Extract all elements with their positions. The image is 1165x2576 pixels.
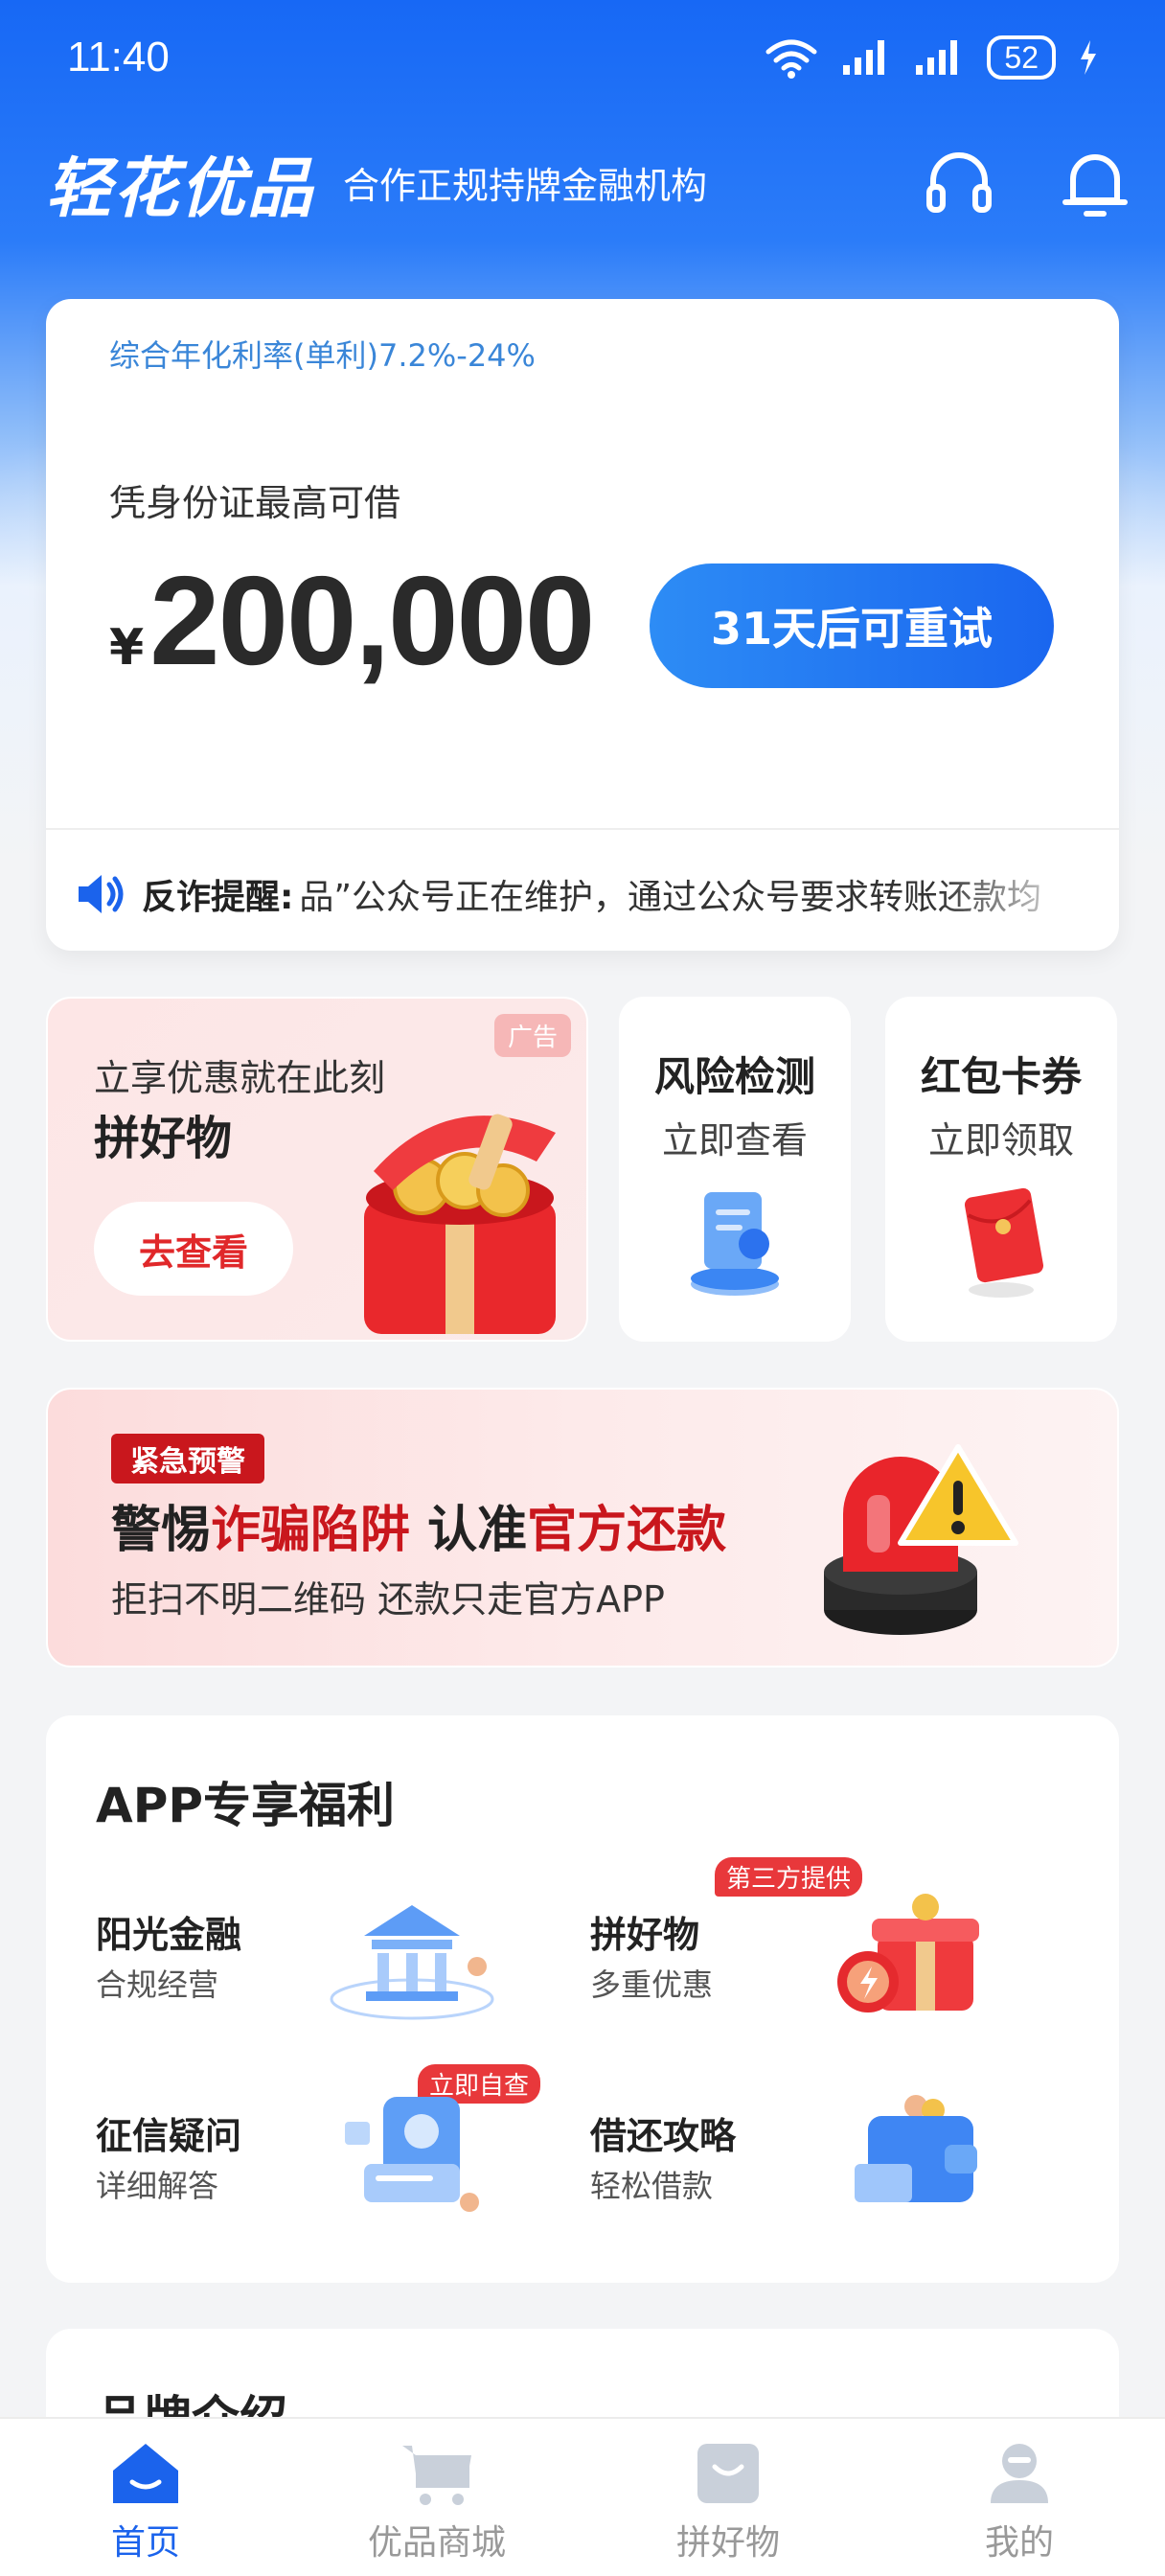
signal-icon-2 <box>916 40 958 75</box>
benefit-credit-questions[interactable]: 征信疑问 详细解答 立即自查 <box>96 2064 546 2231</box>
bell-icon[interactable] <box>1062 147 1129 218</box>
retry-button[interactable]: 31天后可重试 <box>650 564 1054 688</box>
home-icon <box>113 2444 178 2503</box>
notice-text: 品”公众号正在维护，通过公众号要求转账还款均 <box>299 878 1042 917</box>
ad-title: 拼好物 <box>94 1112 233 1165</box>
brand-tagline: 合作正规持牌金融机构 <box>343 164 708 207</box>
benefit-borrowing-guide[interactable]: 借还攻略 轻松借款 <box>590 2087 1040 2231</box>
alarm-siren-icon <box>824 1444 1018 1635</box>
credit-report-icon <box>345 2097 479 2212</box>
coupon-title: 红包卡券 <box>920 1053 1082 1100</box>
urgent-tag: 紧急预警 <box>111 1434 264 1484</box>
gift-alarm-icon <box>837 1894 979 2012</box>
cart-icon <box>402 2446 471 2505</box>
status-icons: 52 <box>765 35 1098 80</box>
warning-subtitle: 拒扫不明二维码 还款只走官方APP <box>111 1578 665 1621</box>
risk-check-card[interactable]: 风险检测 立即查看 <box>619 997 851 1342</box>
divider <box>46 828 1119 830</box>
status-bar: 11:40 52 <box>0 0 1165 115</box>
benefits-title: APP专享福利 <box>96 1778 395 1833</box>
warning-title: 警惕诈骗陷阱 认准官方还款 <box>111 1489 726 1561</box>
coupon-card[interactable]: 红包卡券 立即领取 <box>885 997 1117 1342</box>
tab-good-deals[interactable]: 拼好物 <box>582 2419 874 2576</box>
app-benefits-card: APP专享福利 阳光金融 合规经营 拼好物 多重优惠 第三方提供 征信疑问 详细… <box>46 1715 1119 2283</box>
interest-rate: 综合年化利率(单利)7.2%-24% <box>109 337 536 374</box>
view-button[interactable]: 去查看 <box>94 1202 293 1296</box>
benefit-title: 征信疑问 <box>96 2115 242 2157</box>
loan-card: 综合年化利率(单利)7.2%-24% 凭身份证最高可借 ¥ 200,000 31… <box>46 299 1119 951</box>
headset-icon[interactable] <box>924 147 994 218</box>
benefit-title: 拼好物 <box>590 1914 700 1956</box>
ad-subtitle: 立享优惠就在此刻 <box>94 1057 386 1099</box>
ad-badge: 广告 <box>493 1014 571 1057</box>
benefit-title: 借还攻略 <box>590 2115 737 2157</box>
benefit-subtitle: 合规经营 <box>96 1966 219 2003</box>
signal-icon <box>843 40 885 75</box>
bank-building-icon <box>330 1905 494 2020</box>
benefit-good-deals[interactable]: 拼好物 多重优惠 第三方提供 <box>590 1857 1040 2030</box>
warning-title-part3: 认准 <box>410 1502 528 1559</box>
speaker-icon <box>79 875 124 913</box>
loan-description: 凭身份证最高可借 <box>109 482 401 524</box>
risk-check-subtitle: 立即查看 <box>661 1119 808 1162</box>
benefit-sunshine-finance[interactable]: 阳光金融 合规经营 <box>96 1886 546 2030</box>
tab-home[interactable]: 首页 <box>0 2419 291 2576</box>
tab-mall[interactable]: 优品商城 <box>291 2419 582 2576</box>
warning-title-part1: 警惕 <box>111 1502 212 1559</box>
bag-icon <box>697 2444 759 2503</box>
charging-icon <box>1081 40 1096 75</box>
brand-logo: 轻花优品 <box>46 150 315 227</box>
document-scan-icon <box>691 1192 779 1296</box>
bottom-tab-bar: 首页 优品商城 拼好物 我的 <box>0 2417 1165 2576</box>
tab-label: 优品商城 <box>367 2523 506 2563</box>
wallet-icon <box>855 2095 977 2202</box>
wifi-icon <box>765 39 817 79</box>
header-actions <box>924 147 1129 218</box>
benefit-title: 阳光金融 <box>96 1914 242 1956</box>
status-time: 11:40 <box>67 34 170 80</box>
user-icon <box>991 2444 1048 2503</box>
tab-label: 拼好物 <box>675 2523 780 2563</box>
benefit-subtitle: 轻松借款 <box>590 2168 714 2204</box>
benefit-subtitle: 详细解答 <box>96 2168 219 2204</box>
notice-label: 反诈提醒: <box>142 878 294 917</box>
loan-amount: 200,000 <box>149 550 595 691</box>
tab-profile[interactable]: 我的 <box>874 2419 1165 2576</box>
red-envelope-icon <box>964 1187 1044 1298</box>
warning-title-part2: 诈骗陷阱 <box>211 1502 411 1559</box>
warning-title-part4: 官方还款 <box>527 1502 727 1559</box>
tab-label: 首页 <box>110 2523 180 2563</box>
app-header: 轻花优品 合作正规持牌金融机构 <box>46 134 1129 230</box>
notice-fade <box>937 861 1090 928</box>
tab-label: 我的 <box>984 2523 1054 2563</box>
loan-amount-wrap: ¥ 200,000 <box>109 548 595 693</box>
promo-ad-card[interactable]: 广告 立享优惠就在此刻 拼好物 去查看 <box>46 997 588 1342</box>
benefit-subtitle: 多重优惠 <box>590 1966 714 2003</box>
battery-indicator: 52 <box>987 35 1056 80</box>
anti-fraud-notice[interactable]: 反诈提醒: 品”公众号正在维护，通过公众号要求转账还款均 <box>75 861 1090 928</box>
fraud-warning-banner[interactable]: 紧急预警 警惕诈骗陷阱 认准官方还款 拒扫不明二维码 还款只走官方APP <box>46 1388 1119 1668</box>
risk-check-title: 风险检测 <box>653 1053 815 1100</box>
currency-symbol: ¥ <box>109 619 145 677</box>
coupon-subtitle: 立即领取 <box>927 1119 1074 1162</box>
gift-box-icon <box>364 1114 556 1334</box>
